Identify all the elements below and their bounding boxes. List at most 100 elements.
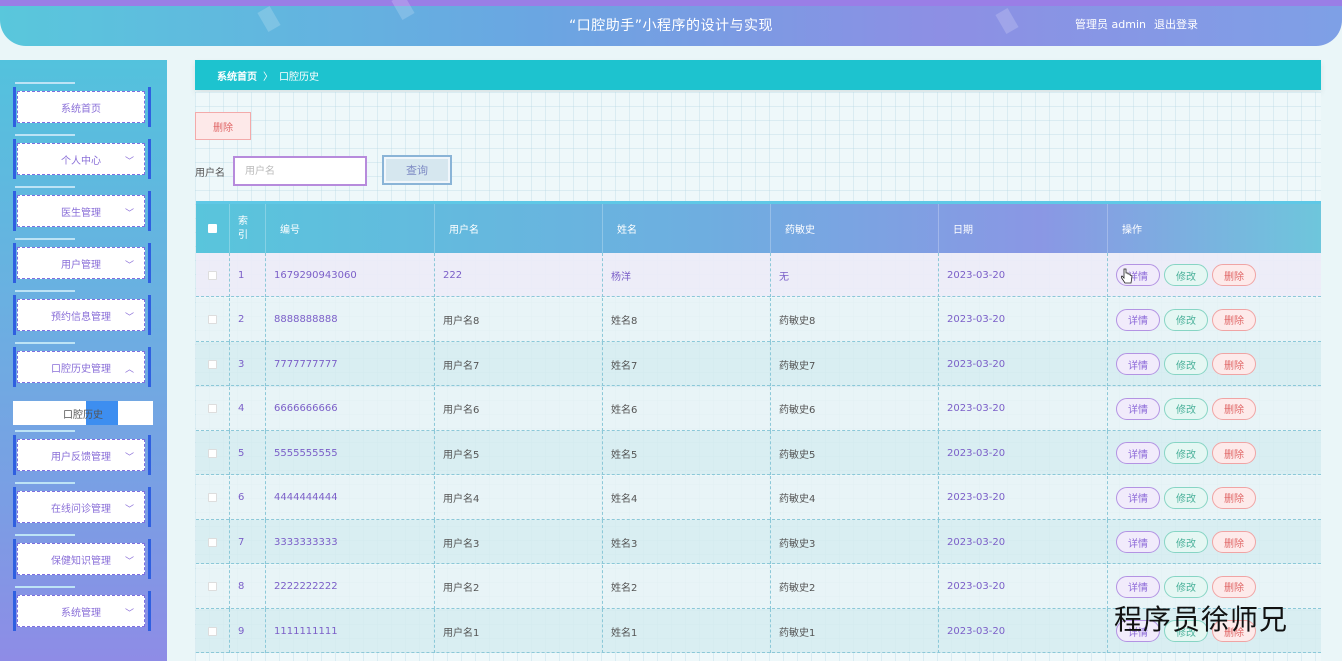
edit-button[interactable]: 修改 <box>1164 308 1208 331</box>
query-button[interactable]: 查询 <box>382 155 452 185</box>
detail-button[interactable]: 详情 <box>1116 308 1160 331</box>
cell-number: 2222222222 <box>266 564 435 609</box>
sidebar-menu-item[interactable]: 预约信息管理 ﹀ <box>13 290 151 335</box>
select-all-cell <box>196 204 230 253</box>
pointer-cursor-icon <box>1121 268 1133 284</box>
row-select-cell <box>196 564 230 609</box>
delete-button[interactable]: 删除 <box>1212 531 1256 553</box>
row-checkbox[interactable] <box>208 582 217 591</box>
edit-button[interactable]: 修改 <box>1164 486 1208 509</box>
cell-allergy: 药敏史2 <box>771 564 939 609</box>
cell-name: 姓名5 <box>603 431 771 475</box>
breadcrumb-home[interactable]: 系统首页 <box>217 68 257 83</box>
cell-username: 用户名3 <box>435 520 603 564</box>
logout-link[interactable]: 退出登录 <box>1154 16 1198 32</box>
edit-button[interactable]: 修改 <box>1164 442 1208 464</box>
cell-name: 姓名3 <box>603 520 771 564</box>
cell-number: 5555555555 <box>266 431 435 475</box>
edit-button[interactable]: 修改 <box>1164 575 1208 598</box>
row-checkbox[interactable] <box>208 537 217 547</box>
detail-button[interactable]: 详情 <box>1116 353 1160 375</box>
cell-index: 4 <box>230 386 266 431</box>
username-search-input[interactable] <box>233 156 367 186</box>
edit-button[interactable]: 修改 <box>1164 397 1208 420</box>
row-checkbox[interactable] <box>208 448 217 458</box>
menu-item-label: 保健知识管理 <box>51 555 111 567</box>
sidebar-menu-item[interactable]: 用户管理 ﹀ <box>13 238 151 283</box>
detail-button[interactable]: 详情 <box>1116 397 1160 420</box>
detail-button[interactable]: 详情 <box>1116 531 1160 553</box>
cell-index: 8 <box>230 564 266 609</box>
menu-item-box: 医生管理 ﹀ <box>17 195 145 227</box>
cell-username: 用户名6 <box>435 386 603 431</box>
breadcrumb: 系统首页 〉 口腔历史 <box>195 60 1321 90</box>
sidebar-menu-item[interactable]: 个人中心 ﹀ <box>13 134 151 179</box>
chevron-up-icon: ︿ <box>124 365 134 375</box>
detail-button[interactable]: 详情 <box>1116 442 1160 464</box>
menu-item-label: 在线问诊管理 <box>51 503 111 515</box>
sidebar-menu-item[interactable]: 用户反馈管理 ﹀ <box>13 430 151 475</box>
sidebar-menu-item[interactable]: 保健知识管理 ﹀ <box>13 534 151 579</box>
menu-decoration <box>15 342 75 344</box>
cell-username: 用户名5 <box>435 431 603 475</box>
delete-button[interactable]: 删除 <box>1212 442 1256 464</box>
delete-button[interactable]: 删除 <box>1212 264 1256 286</box>
cell-number: 7777777777 <box>266 342 435 386</box>
row-select-cell <box>196 386 230 431</box>
admin-user-label: 管理员 admin <box>1075 18 1146 31</box>
edit-button[interactable]: 修改 <box>1164 531 1208 553</box>
chevron-down-icon: ﹀ <box>124 261 134 271</box>
edit-button[interactable]: 修改 <box>1164 264 1208 286</box>
delete-button[interactable]: 删除 <box>1212 308 1256 331</box>
row-checkbox[interactable] <box>208 493 217 502</box>
cell-number: 1679290943060 <box>266 253 435 297</box>
cell-username: 222 <box>435 253 603 297</box>
menu-item-label: 系统首页 <box>61 103 101 115</box>
detail-button[interactable]: 详情 <box>1116 575 1160 598</box>
cell-name: 杨洋 <box>603 253 771 297</box>
cell-date: 2023-03-20 <box>939 609 1108 653</box>
cell-allergy: 药敏史5 <box>771 431 939 475</box>
submenu-item-oral-history[interactable]: 口腔历史 <box>13 401 153 425</box>
row-checkbox[interactable] <box>208 270 217 280</box>
cell-index: 7 <box>230 520 266 564</box>
select-all-checkbox[interactable] <box>208 224 217 233</box>
row-checkbox[interactable] <box>208 359 217 369</box>
detail-button[interactable]: 详情 <box>1116 486 1160 509</box>
menu-decoration <box>15 482 75 484</box>
delete-button[interactable]: 删除 <box>1212 575 1256 598</box>
cell-index: 1 <box>230 253 266 297</box>
chevron-down-icon: ﹀ <box>124 557 134 567</box>
sidebar-menu-item[interactable]: 医生管理 ﹀ <box>13 186 151 231</box>
breadcrumb-separator-icon: 〉 <box>263 71 273 83</box>
menu-decoration <box>15 534 75 536</box>
table-row: 1 1679290943060 222 杨洋无 2023-03-20 详情 修改 删除 <box>196 253 1321 297</box>
row-checkbox[interactable] <box>208 404 217 413</box>
cell-allergy: 药敏史1 <box>771 609 939 653</box>
table-row: 4 6666666666 用户名6 姓名6 药敏史6 2023-03-20 详情 修改 删除 <box>196 386 1321 431</box>
delete-button[interactable]: 删除 <box>1212 397 1256 420</box>
sidebar-menu-item[interactable]: 系统管理 ﹀ <box>13 586 151 631</box>
sidebar-menu-item[interactable]: 口腔历史管理 ︿ <box>13 342 151 387</box>
sidebar-menu-item[interactable]: 在线问诊管理 ﹀ <box>13 482 151 527</box>
table-row: 5 5555555555 用户名5 姓名5 药敏史5 2023-03-20 详情 修改 删除 <box>196 431 1321 475</box>
chevron-down-icon: ﹀ <box>124 453 134 463</box>
row-checkbox[interactable] <box>208 626 217 636</box>
edit-button[interactable]: 修改 <box>1164 353 1208 375</box>
submenu-item-label: 口腔历史 <box>63 409 103 421</box>
cell-actions: 详情 修改 删除 <box>1108 476 1321 520</box>
menu-item-label: 个人中心 <box>61 155 101 167</box>
cell-actions: 详情 修改 删除 <box>1108 431 1321 475</box>
menu-item-box: 在线问诊管理 ﹀ <box>17 491 145 523</box>
row-select-cell <box>196 475 230 520</box>
delete-button[interactable]: 删除 <box>1212 353 1256 375</box>
cell-date: 2023-03-20 <box>939 386 1108 431</box>
cell-actions: 详情 修改 删除 <box>1108 342 1321 386</box>
sidebar-menu-item[interactable]: 系统首页 <box>13 82 151 127</box>
row-checkbox[interactable] <box>208 315 217 324</box>
menu-item-box: 用户管理 ﹀ <box>17 247 145 279</box>
batch-delete-button[interactable]: 删除 <box>195 112 251 140</box>
top-header: “口腔助手”小程序的设计与实现 管理员 admin 退出登录 <box>0 0 1342 46</box>
delete-button[interactable]: 删除 <box>1212 486 1256 509</box>
cell-number: 8888888888 <box>266 297 435 342</box>
